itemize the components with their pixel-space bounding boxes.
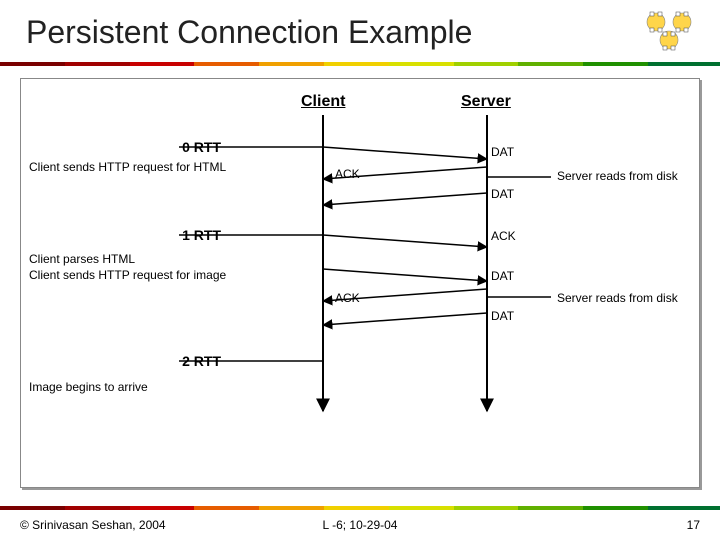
rtt-2-label: 2 RTT [141, 353, 221, 369]
sequence-diagram [21, 79, 701, 489]
note-client-send-html: Client sends HTTP request for HTML [29, 159, 259, 175]
note-client-parse: Client parses HTML Client sends HTTP req… [29, 251, 259, 283]
slide-title: Persistent Connection Example [26, 14, 472, 51]
msg-dat-2: DAT [491, 187, 514, 201]
msg-dat-4: DAT [491, 309, 514, 323]
footer-accent-bar [0, 506, 720, 512]
title-accent-bar [0, 62, 720, 72]
diagram-frame: Client Server [20, 78, 700, 488]
msg-ack-1: ACK [335, 167, 360, 181]
msg-dat-1: DAT [491, 145, 514, 159]
corner-network-icon [638, 8, 702, 56]
note-client-send-image: Client sends HTTP request for image [29, 268, 226, 282]
slide-footer: © Srinivasan Seshan, 2004 L -6; 10-29-04… [20, 518, 700, 532]
msg-ack-2: ACK [491, 229, 516, 243]
note-image-arrive: Image begins to arrive [29, 379, 259, 395]
footer-page-number: 17 [687, 518, 700, 532]
rtt-0-label: 0 RTT [141, 139, 221, 155]
note-client-parse-line1: Client parses HTML [29, 252, 135, 266]
footer-lecture-id: L -6; 10-29-04 [20, 518, 700, 532]
note-server-reads-2: Server reads from disk [557, 291, 678, 305]
rtt-1-label: 1 RTT [141, 227, 221, 243]
msg-dat-3: DAT [491, 269, 514, 283]
note-server-reads-1: Server reads from disk [557, 169, 678, 183]
msg-ack-3: ACK [335, 291, 360, 305]
